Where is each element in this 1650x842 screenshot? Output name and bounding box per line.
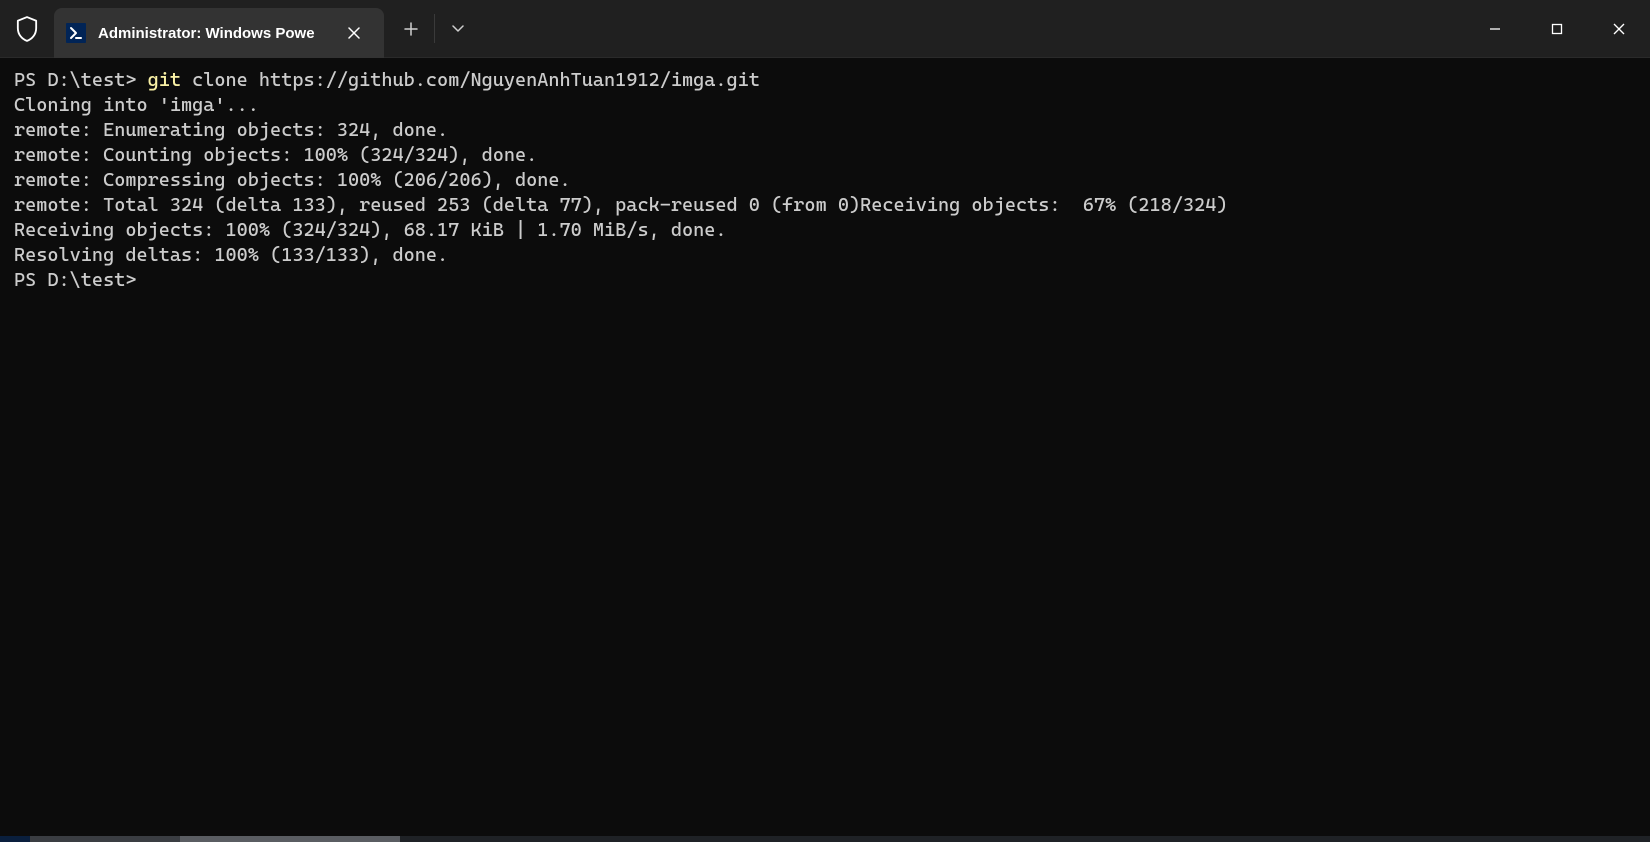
output-line: Cloning into 'imga'...: [14, 94, 259, 116]
chevron-down-icon: [452, 25, 464, 33]
minimize-icon: [1489, 23, 1501, 35]
taskbar-seg: [30, 836, 180, 842]
output-line: Receiving objects: 100% (324/324), 68.17…: [14, 219, 727, 241]
plus-icon: [404, 22, 418, 36]
output-line: remote: Counting objects: 100% (324/324)…: [14, 144, 537, 166]
prompt-prefix: PS D:\test>: [14, 69, 148, 91]
close-icon: [1613, 23, 1625, 35]
taskbar-seg: [400, 836, 1650, 842]
new-tab-button[interactable]: [388, 0, 434, 57]
minimize-button[interactable]: [1464, 0, 1526, 57]
window-controls: [1464, 0, 1650, 57]
taskbar-seg: [0, 836, 30, 842]
terminal-output[interactable]: PS D:\test> git clone https://github.com…: [0, 58, 1650, 836]
maximize-icon: [1551, 23, 1563, 35]
powershell-icon: [66, 23, 86, 43]
titlebar-left: Administrator: Windows Powe: [0, 0, 1464, 57]
tab-active[interactable]: Administrator: Windows Powe: [54, 8, 384, 58]
titlebar: Administrator: Windows Powe: [0, 0, 1650, 58]
tab-close-button[interactable]: [340, 19, 368, 47]
tabs-dropdown-button[interactable]: [435, 0, 481, 57]
command-git: git: [148, 69, 181, 91]
prompt-line-1: PS D:\test> git clone https://github.com…: [14, 69, 760, 91]
output-line: remote: Total 324 (delta 133), reused 25…: [14, 194, 1227, 216]
output-line: Resolving deltas: 100% (133/133), done.: [14, 244, 448, 266]
taskbar-seg: [180, 836, 400, 842]
output-line: remote: Compressing objects: 100% (206/2…: [14, 169, 571, 191]
taskbar-strip: [0, 836, 1650, 842]
command-rest: clone https://github.com/NguyenAnhTuan19…: [181, 69, 760, 91]
close-window-button[interactable]: [1588, 0, 1650, 57]
admin-shield: [0, 0, 54, 57]
prompt-line-2: PS D:\test>: [14, 269, 136, 291]
output-line: remote: Enumerating objects: 324, done.: [14, 119, 448, 141]
shield-icon: [16, 16, 38, 42]
tab-title: Administrator: Windows Powe: [98, 25, 328, 42]
maximize-button[interactable]: [1526, 0, 1588, 57]
close-icon: [348, 27, 360, 39]
